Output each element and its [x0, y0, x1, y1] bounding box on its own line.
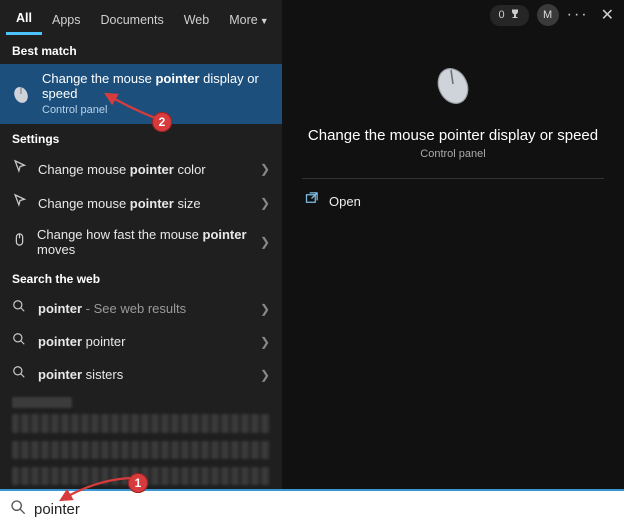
open-label: Open [329, 194, 361, 209]
mouse-icon [10, 82, 32, 106]
redacted-section-label [12, 397, 72, 408]
mouse-icon [12, 232, 27, 252]
settings-item-label: Change mouse pointer color [38, 162, 206, 177]
settings-item-label: Change mouse pointer size [38, 196, 201, 211]
results-panel: All Apps Documents Web More▼ Best match … [0, 0, 282, 489]
tab-documents[interactable]: Documents [90, 3, 173, 34]
more-options-button[interactable]: ··· [567, 6, 589, 24]
rewards-count: 0 [498, 9, 504, 21]
search-bar[interactable] [0, 489, 624, 527]
detail-title: Change the mouse pointer display or spee… [288, 127, 618, 144]
web-item[interactable]: pointer pointer ❯ [0, 325, 282, 358]
chevron-right-icon: ❯ [260, 162, 270, 176]
mouse-icon [429, 60, 477, 113]
web-item-label: pointer - See web results [38, 301, 186, 316]
trophy-icon [509, 8, 521, 23]
search-icon [10, 499, 26, 520]
tab-more[interactable]: More▼ [219, 3, 278, 34]
detail-subtitle: Control panel [420, 148, 485, 160]
redacted-item [12, 414, 270, 432]
tab-apps[interactable]: Apps [42, 3, 91, 34]
search-icon [12, 365, 28, 384]
section-best-match: Best match [0, 36, 282, 64]
chevron-right-icon: ❯ [260, 302, 270, 316]
settings-item-label: Change how fast the mouse pointer moves [37, 227, 260, 257]
best-match-title: Change the mouse pointer display or spee… [42, 72, 272, 102]
chevron-right-icon: ❯ [260, 335, 270, 349]
search-tabs: All Apps Documents Web More▼ [0, 0, 282, 36]
section-web: Search the web [0, 264, 282, 292]
web-item-label: pointer pointer [38, 334, 125, 349]
pointer-icon [12, 159, 28, 179]
search-icon [12, 332, 28, 351]
user-avatar[interactable]: M [537, 4, 559, 26]
chevron-right-icon: ❯ [260, 196, 270, 210]
open-action[interactable]: Open [282, 179, 383, 223]
pointer-icon [12, 193, 28, 213]
settings-item-speed[interactable]: Change how fast the mouse pointer moves … [0, 220, 282, 264]
chevron-right-icon: ❯ [260, 235, 270, 249]
web-item[interactable]: pointer - See web results ❯ [0, 292, 282, 325]
annotation-callout-2: 2 [152, 112, 172, 132]
web-item-label: pointer sisters [38, 367, 123, 382]
search-input[interactable] [34, 501, 614, 518]
redacted-item [12, 441, 270, 459]
settings-item-color[interactable]: Change mouse pointer color ❯ [0, 152, 282, 186]
section-settings: Settings [0, 124, 282, 152]
settings-item-size[interactable]: Change mouse pointer size ❯ [0, 186, 282, 220]
rewards-pill[interactable]: 0 [490, 5, 528, 26]
chevron-right-icon: ❯ [260, 368, 270, 382]
tab-all[interactable]: All [6, 1, 42, 35]
open-icon [304, 191, 319, 211]
tab-web[interactable]: Web [174, 3, 219, 34]
annotation-callout-1: 1 [128, 473, 148, 493]
best-match-result[interactable]: Change the mouse pointer display or spee… [0, 64, 282, 124]
web-item[interactable]: pointer sisters ❯ [0, 358, 282, 391]
search-icon [12, 299, 28, 318]
detail-panel: 0 M ··· ✕ Change the mouse pointer displ… [282, 0, 624, 489]
close-button[interactable]: ✕ [597, 5, 618, 25]
